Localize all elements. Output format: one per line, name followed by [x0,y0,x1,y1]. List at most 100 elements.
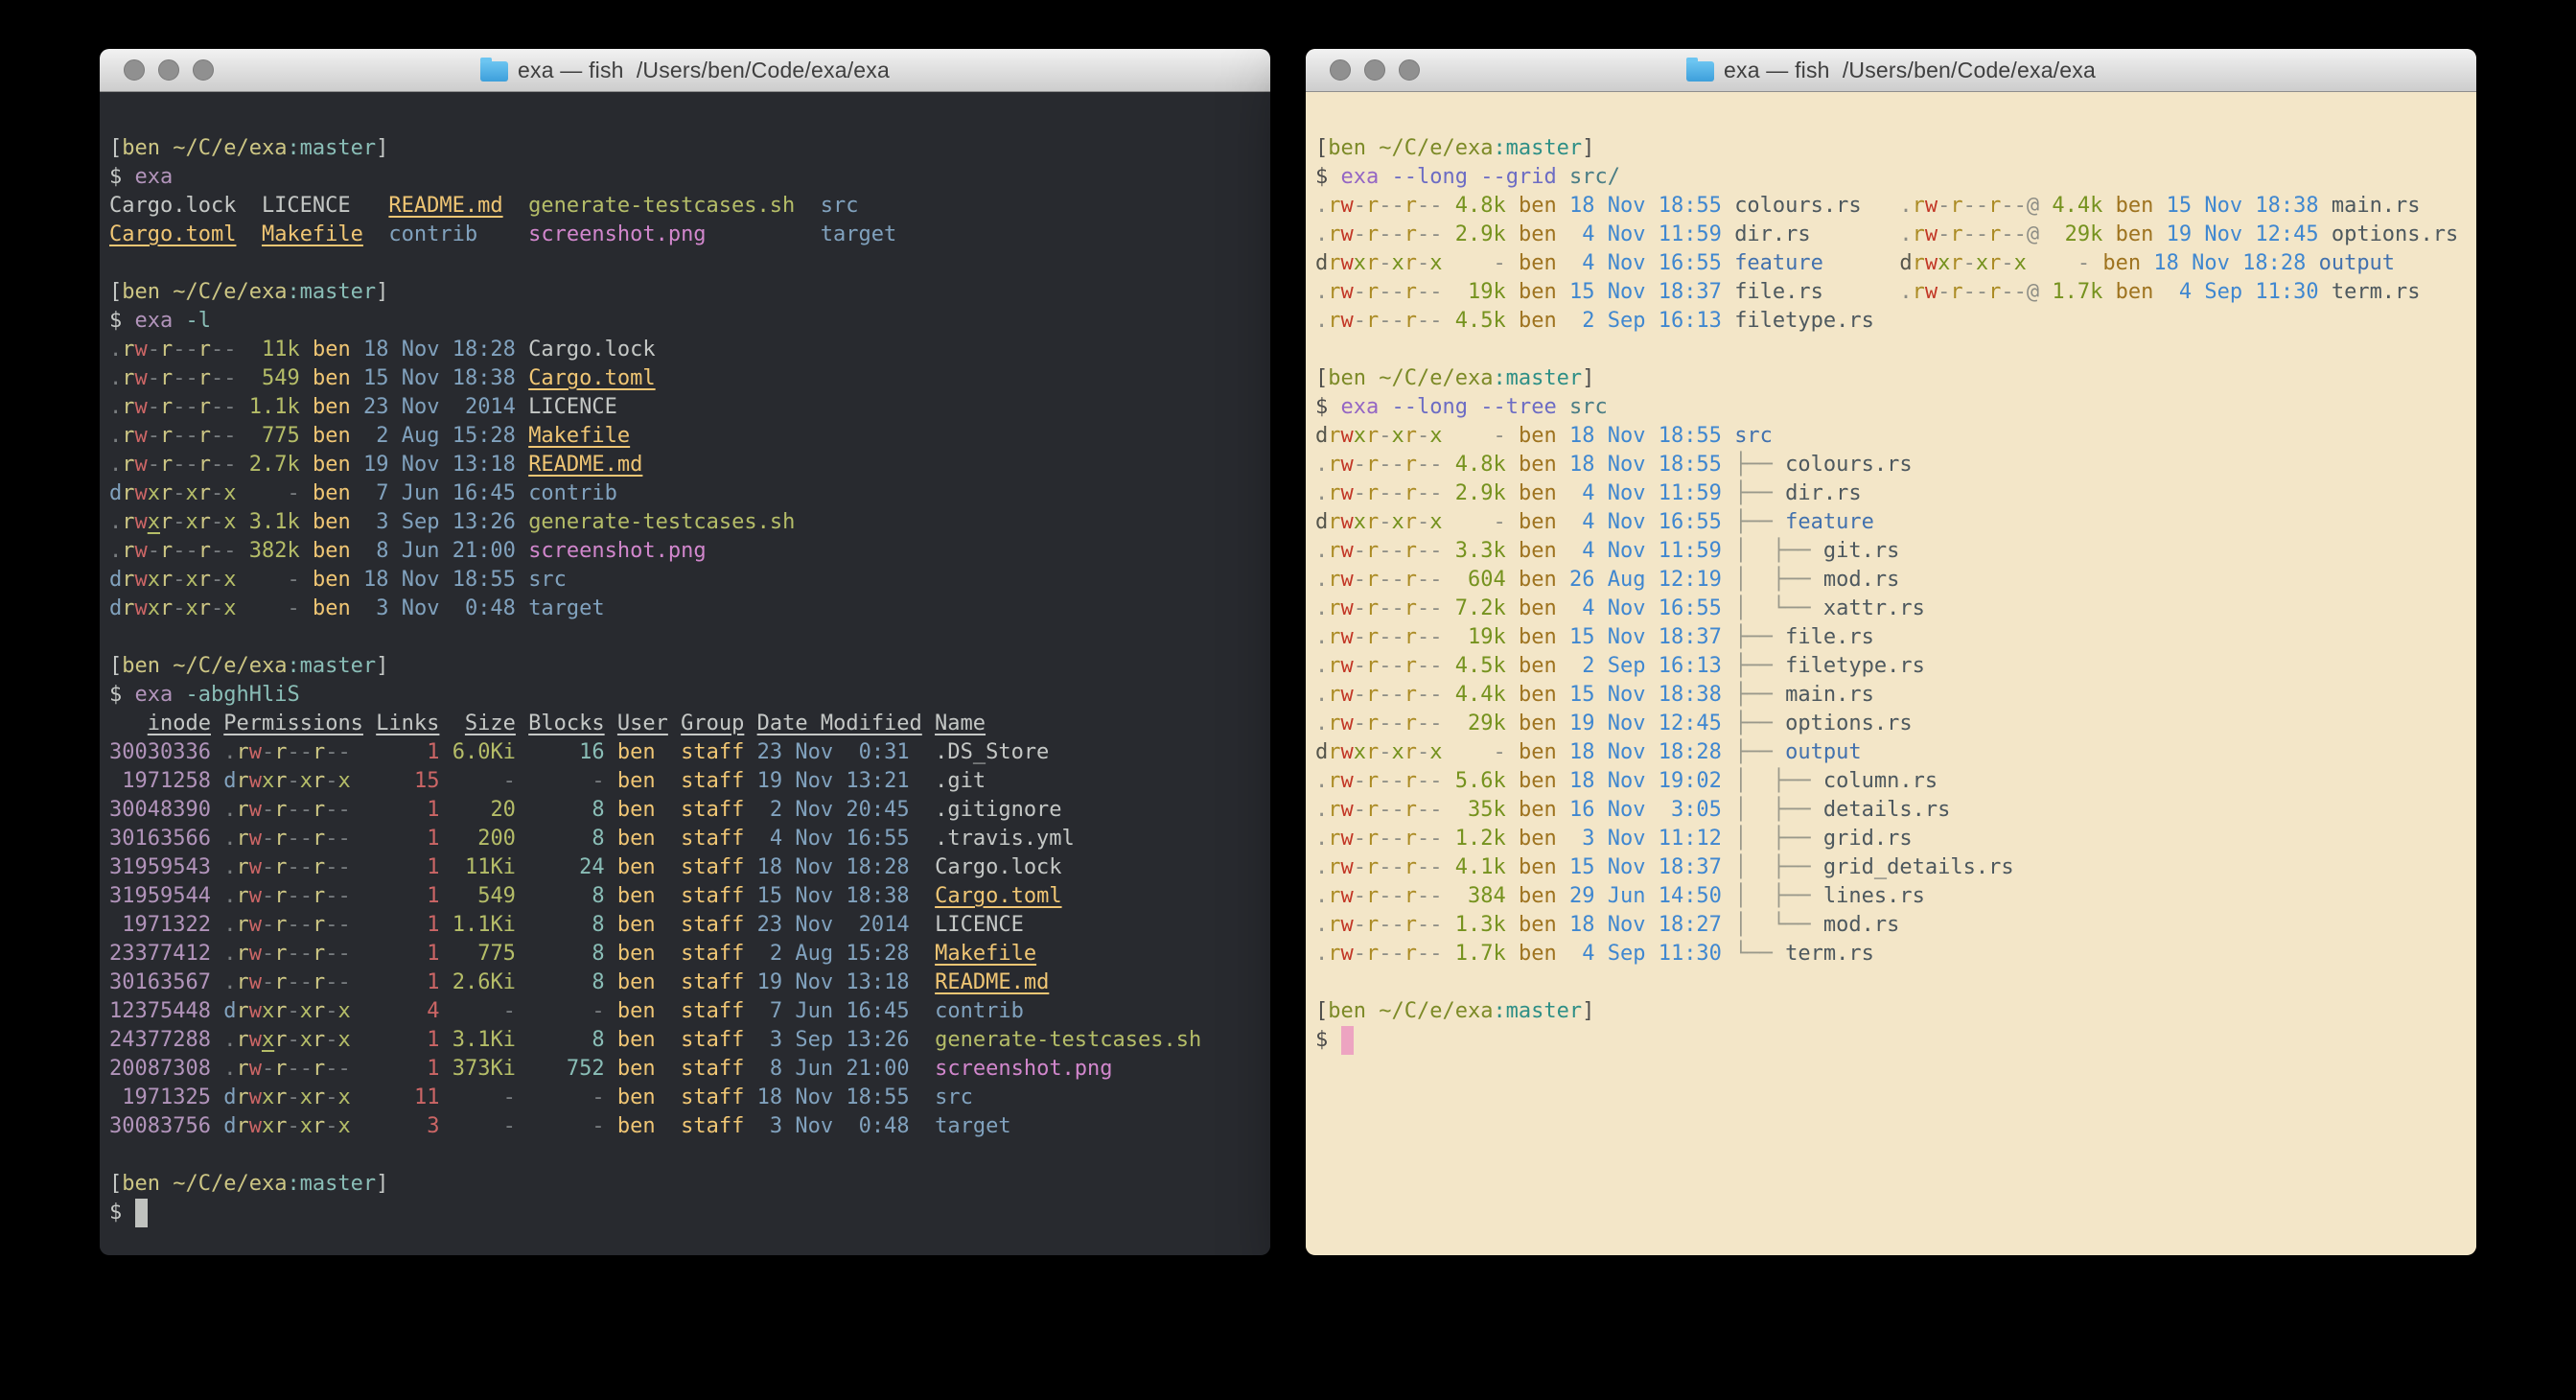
text-run: ben [313,424,351,448]
permission-char: - [300,798,313,822]
text-run: 16 [528,740,604,764]
permission-char: r [1328,884,1340,908]
text-run: ben [313,596,351,620]
permission-char: r [1328,740,1340,764]
window-titlebar[interactable]: exa — fish /Users/ben/Code/exa/exa [1306,49,2476,92]
minimize-button[interactable] [1364,59,1385,81]
permission-char: . [1315,798,1328,822]
minimize-button[interactable] [158,59,179,81]
text-run [351,1085,377,1109]
permission-char: w [135,510,148,534]
text-run: options.rs [2332,222,2458,246]
text-run [439,1057,452,1081]
text-run: ben [1519,481,1557,505]
permission-char: . [1315,194,1328,218]
permission-char: - [1417,481,1429,505]
text-run: 30048390 [109,798,211,822]
text-run: ben [1519,539,1557,563]
text-run [1557,625,1569,649]
text-run [300,539,313,563]
text-run: 4.4k [2052,194,2102,218]
text-run: LICENCE [910,913,1024,937]
permission-char: - [1379,798,1391,822]
text-run: 26 Aug 12:19 [1569,568,1722,592]
close-button[interactable] [1330,59,1351,81]
permission-char: r [1404,510,1417,534]
text-run [439,740,452,764]
text-run [605,999,617,1023]
text-run [744,1057,756,1081]
permission-char: - [1354,942,1366,966]
terminal-line: $ exa [109,163,1261,192]
permission-char: . [1315,654,1328,678]
text-run: ben [313,510,351,534]
text-run: staff [681,740,744,764]
zoom-button[interactable] [1399,59,1420,81]
text-run: 19 Nov 13:21 [757,769,910,793]
permission-char: x [1976,251,1988,275]
text-run [211,942,223,966]
permission-char: - [1354,884,1366,908]
permission-char: r [1366,539,1379,563]
text-run [1722,798,1734,822]
permission-char: r [122,424,134,448]
permission-char: r [1328,683,1340,707]
permission-char: - [1417,625,1429,649]
permission-char: - [300,942,313,966]
text-run: ben ~/C/e/exa [122,1172,287,1196]
folder-icon[interactable] [1686,61,1714,82]
text-run [1722,855,1734,879]
permission-char: - [1417,280,1429,304]
text-run: ] [376,1172,388,1196]
text-run: ben [313,568,351,592]
text-run [744,970,756,994]
permission-char: - [300,740,313,764]
text-run [656,884,682,908]
permission-char: r [1328,942,1340,966]
text-run: 4.8k [1455,453,1506,477]
permission-char: - [1417,251,1429,275]
terminal-content[interactable]: [ben ~/C/e/exa:master]$ exaCargo.lock LI… [100,92,1270,1254]
permission-char: r [1366,884,1379,908]
text-run [1722,625,1734,649]
folder-icon[interactable] [480,61,508,82]
text-run [1506,309,1519,333]
text-run: 19 Nov 12:45 [1569,712,1722,735]
permission-char: - [325,999,337,1023]
zoom-button[interactable] [193,59,214,81]
text-run [1722,596,1734,620]
text-run: 11 [376,1085,439,1109]
text-run [516,1114,528,1138]
terminal-content[interactable]: [ben ~/C/e/exa:master]$ exa --long --gri… [1306,92,2476,1254]
text-run: 15 Nov 18:38 [363,366,516,390]
text-run: 19 Nov 12:45 [2167,222,2319,246]
permission-char: r [1366,625,1379,649]
permission-char: - [148,424,160,448]
permission-char: x [1354,510,1366,534]
text-run: 30083756 [109,1114,211,1138]
text-run [1443,251,1455,275]
permission-char: r [1950,194,1962,218]
text-run [2102,280,2115,304]
permission-char: - [223,366,236,390]
close-button[interactable] [124,59,145,81]
permission-char: - [1379,625,1391,649]
permission-char: - [1354,625,1366,649]
permission-char: . [223,970,236,994]
text-run [1443,712,1455,735]
terminal-line: Cargo.lock LICENCE README.md generate-te… [109,192,1261,221]
permission-char: r [1328,654,1340,678]
text-run [363,222,389,246]
permission-char: - [1392,827,1404,851]
terminal-line: .rw-r--r-- 11k ben 18 Nov 18:28 Cargo.lo… [109,336,1261,364]
permission-char: r [236,1028,248,1052]
text-run: --long [1392,395,1468,419]
permission-char: - [186,338,198,362]
text-run: :master [287,654,376,678]
text-run [1443,194,1455,218]
window-titlebar[interactable]: exa — fish /Users/ben/Code/exa/exa [100,49,1270,92]
terminal-line: $ [109,1199,1261,1227]
text-run [516,1057,528,1081]
permission-char: r [160,366,173,390]
text-run: --grid [1480,165,1556,189]
